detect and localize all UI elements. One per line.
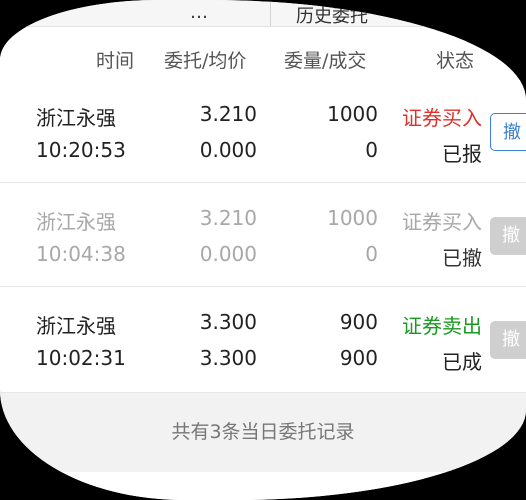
tab-history[interactable]: 历史委托 [296, 2, 368, 28]
record-count-text: 共有3条当日委托记录 [171, 421, 355, 443]
stock-name: 浙江永强 [36, 106, 116, 130]
avg-price: 3.300 [199, 346, 257, 370]
order-state: 已撤 [442, 246, 482, 270]
order-time: 10:20:53 [36, 138, 126, 162]
order-price: 3.300 [199, 310, 257, 334]
header-price: 委托/均价 [164, 50, 247, 72]
table-row[interactable]: 浙江永强 10:20:53 3.210 0.000 1000 0 证券买入 已报… [0, 80, 526, 183]
order-type: 证券买入 [402, 106, 482, 130]
avg-price: 0.000 [199, 242, 257, 266]
table-header: 时间 委托/均价 委量/成交 状态 [0, 36, 526, 81]
header-qty: 委量/成交 [284, 50, 367, 72]
order-qty: 1000 [327, 102, 378, 126]
tab-today[interactable]: … [190, 2, 208, 23]
order-price: 3.210 [199, 206, 257, 230]
header-time: 时间 [96, 50, 135, 72]
stock-name: 浙江永强 [36, 210, 116, 234]
order-list-screen: … 历史委托 时间 委托/均价 委量/成交 状态 浙江永强 10:20:53 3… [0, 0, 526, 500]
order-price: 3.210 [199, 102, 257, 126]
stock-name: 浙江永强 [36, 314, 116, 338]
order-state: 已成 [442, 350, 482, 374]
avg-price: 0.000 [199, 138, 257, 162]
header-status: 状态 [436, 50, 475, 72]
list-footer: 共有3条当日委托记录 [0, 392, 526, 473]
cancel-order-button: 撤 [490, 217, 526, 255]
filled-qty: 900 [339, 346, 378, 370]
row-divider [0, 182, 526, 183]
order-state: 已报 [442, 142, 482, 166]
tab-separator [270, 0, 271, 26]
order-time: 10:04:38 [36, 242, 126, 266]
table-row[interactable]: 浙江永强 10:04:38 3.210 0.000 1000 0 证券买入 已撤… [0, 184, 526, 287]
order-time: 10:02:31 [36, 346, 126, 370]
cancel-order-button[interactable]: 撤 [490, 113, 526, 151]
cancel-order-button: 撤 [490, 321, 526, 359]
order-type: 证券买入 [402, 210, 482, 234]
filled-qty: 0 [365, 242, 378, 266]
order-type: 证券卖出 [402, 314, 482, 338]
tab-bar: … 历史委托 [0, 0, 526, 27]
filled-qty: 0 [365, 138, 378, 162]
table-row[interactable]: 浙江永强 10:02:31 3.300 3.300 900 900 证券卖出 已… [0, 288, 526, 391]
order-qty: 900 [339, 310, 378, 334]
row-divider [0, 286, 526, 287]
order-qty: 1000 [327, 206, 378, 230]
blank-area [0, 472, 526, 500]
